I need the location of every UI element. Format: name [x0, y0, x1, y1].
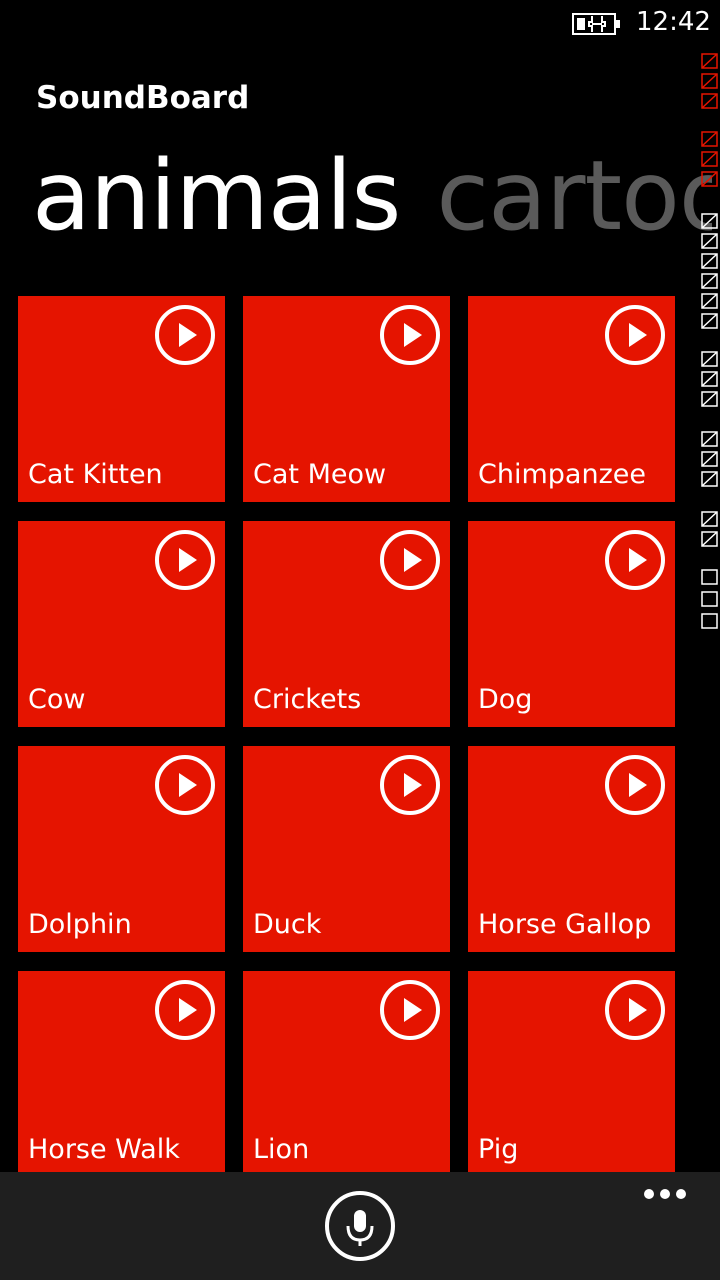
sound-tile[interactable]: Chimpanzee: [468, 296, 675, 502]
play-icon: [605, 305, 665, 365]
play-icon: [605, 530, 665, 590]
sound-tile[interactable]: Duck: [243, 746, 450, 952]
pivot-item-animals[interactable]: animals: [32, 138, 401, 254]
sound-tile[interactable]: Dolphin: [18, 746, 225, 952]
play-icon: [155, 530, 215, 590]
tile-label: Cat Kitten: [28, 459, 163, 490]
tile-label: Dog: [478, 684, 533, 715]
ellipsis-icon[interactable]: [640, 1182, 690, 1206]
pivot-header: animals cartoo: [32, 138, 712, 258]
tile-label: Lion: [253, 1134, 310, 1165]
sound-tile[interactable]: Horse Walk: [18, 971, 225, 1172]
sound-tile[interactable]: Lion: [243, 971, 450, 1172]
sound-tile[interactable]: Pig: [468, 971, 675, 1172]
play-icon: [380, 530, 440, 590]
play-icon: [380, 305, 440, 365]
microphone-icon[interactable]: [324, 1190, 396, 1262]
tile-label: Cow: [28, 684, 86, 715]
play-icon: [155, 755, 215, 815]
battery-charging-icon: [572, 13, 620, 35]
play-icon: [605, 980, 665, 1040]
tile-label: Crickets: [253, 684, 362, 715]
tile-label: Dolphin: [28, 909, 132, 940]
tile-label: Duck: [253, 909, 322, 940]
sound-tile[interactable]: Cat Meow: [243, 296, 450, 502]
play-icon: [380, 755, 440, 815]
play-icon: [380, 980, 440, 1040]
application-bar: [0, 1172, 720, 1280]
play-icon: [155, 980, 215, 1040]
play-icon: [605, 755, 665, 815]
tile-label: Horse Gallop: [478, 909, 652, 940]
sound-grid: Cat Kitten Cat Meow Chimpanzee Cow Crick…: [18, 296, 678, 1172]
clock: 12:42: [636, 7, 711, 37]
sound-tile[interactable]: Dog: [468, 521, 675, 727]
sound-tile[interactable]: Horse Gallop: [468, 746, 675, 952]
sound-tile[interactable]: Cat Kitten: [18, 296, 225, 502]
sound-tile[interactable]: Crickets: [243, 521, 450, 727]
app-title: SoundBoard: [36, 80, 250, 116]
tile-label: Horse Walk: [28, 1134, 180, 1165]
frame-counter-overlay: [701, 53, 718, 629]
pivot-item-cartoons[interactable]: cartoo: [436, 138, 712, 254]
status-bar: 12:42: [0, 0, 720, 46]
play-icon: [155, 305, 215, 365]
tile-label: Cat Meow: [253, 459, 387, 490]
tile-label: Chimpanzee: [478, 459, 646, 490]
tile-label: Pig: [478, 1134, 519, 1165]
sound-tile[interactable]: Cow: [18, 521, 225, 727]
